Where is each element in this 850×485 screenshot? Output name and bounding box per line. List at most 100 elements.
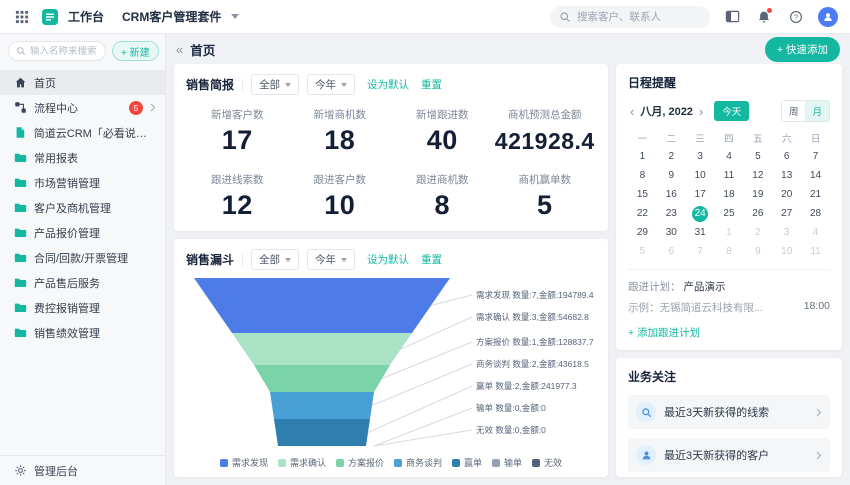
calendar-day[interactable]: 6 <box>657 242 686 261</box>
followup-plan-detail: 示例：无锡简道云科技有限... 18:00 <box>628 300 830 315</box>
apps-grid-icon[interactable] <box>12 7 32 27</box>
legend-item-4[interactable]: 赢单 <box>452 456 482 469</box>
calendar-day[interactable]: 1 <box>628 147 657 166</box>
calendar-day[interactable]: 5 <box>628 242 657 261</box>
calendar-day[interactable]: 4 <box>801 223 830 242</box>
new-button[interactable]: + 新建 <box>112 41 159 61</box>
calendar-day[interactable]: 30 <box>657 223 686 242</box>
calendar-day[interactable]: 12 <box>743 166 772 185</box>
global-search[interactable] <box>550 6 710 28</box>
month-view-toggle[interactable]: 月 <box>805 101 829 121</box>
chevron-down-icon[interactable] <box>231 14 239 19</box>
panel-toggle-icon[interactable] <box>722 7 742 27</box>
calendar-day[interactable]: 26 <box>743 204 772 223</box>
calendar-day[interactable]: 3 <box>686 147 715 166</box>
calendar-day[interactable]: 2 <box>743 223 772 242</box>
calendar-day[interactable]: 7 <box>686 242 715 261</box>
calendar-day[interactable]: 19 <box>743 185 772 204</box>
funnel-scope-select[interactable]: 全部 <box>251 249 299 270</box>
workspace-label[interactable]: 工作台 <box>68 8 104 25</box>
calendar-day[interactable]: 24 <box>686 204 715 223</box>
sidebar-item-3[interactable]: 常用报表 <box>0 145 165 170</box>
sidebar-item-0[interactable]: 首页 <box>0 70 165 95</box>
calendar-day[interactable]: 22 <box>628 204 657 223</box>
calendar-day[interactable]: 2 <box>657 147 686 166</box>
calendar-day[interactable]: 28 <box>801 204 830 223</box>
calendar-day[interactable]: 20 <box>772 185 801 204</box>
sidebar-item-8[interactable]: 产品售后服务 <box>0 270 165 295</box>
brief-time-select[interactable]: 今年 <box>307 74 355 95</box>
brief-reset-link[interactable]: 重置 <box>421 77 442 92</box>
legend-item-2[interactable]: 方案报价 <box>336 456 384 469</box>
sidebar-item-6[interactable]: 产品报价管理 <box>0 220 165 245</box>
calendar-day[interactable]: 18 <box>715 185 744 204</box>
global-search-input[interactable] <box>577 11 692 23</box>
today-button[interactable]: 今天 <box>714 101 749 121</box>
calendar-day[interactable]: 3 <box>772 223 801 242</box>
calendar-day[interactable]: 8 <box>715 242 744 261</box>
sidebar-search-input[interactable] <box>30 46 98 57</box>
funnel-set-default-link[interactable]: 设为默认 <box>367 252 409 267</box>
sidebar-item-9[interactable]: 费控报销管理 <box>0 295 165 320</box>
admin-console-link[interactable]: 管理后台 <box>0 455 165 485</box>
calendar-day[interactable]: 21 <box>801 185 830 204</box>
calendar-day[interactable]: 11 <box>715 166 744 185</box>
legend-item-0[interactable]: 需求发现 <box>220 456 268 469</box>
main-area: « 首页 + 快速添加 销售简报 全部 今年 设为默认 重置 <box>166 34 850 485</box>
sidebar-item-5[interactable]: 客户及商机管理 <box>0 195 165 220</box>
calendar-day[interactable]: 9 <box>657 166 686 185</box>
funnel-time-select[interactable]: 今年 <box>307 249 355 270</box>
sidebar-item-7[interactable]: 合同/回款/开票管理 <box>0 245 165 270</box>
sidebar-item-10[interactable]: 销售绩效管理 <box>0 320 165 345</box>
sidebar-item-2[interactable]: 简道云CRM「必看说明」 <box>0 120 165 145</box>
sales-funnel-title: 销售漏斗 <box>186 251 234 268</box>
calendar-day[interactable]: 8 <box>628 166 657 185</box>
legend-item-5[interactable]: 输单 <box>492 456 522 469</box>
prev-month-icon[interactable]: ‹ <box>628 105 636 118</box>
sidebar-item-4[interactable]: 市场营销管理 <box>0 170 165 195</box>
calendar-day[interactable]: 5 <box>743 147 772 166</box>
calendar-day[interactable]: 4 <box>715 147 744 166</box>
calendar-day[interactable]: 23 <box>657 204 686 223</box>
calendar-day[interactable]: 25 <box>715 204 744 223</box>
funnel-reset-link[interactable]: 重置 <box>421 252 442 267</box>
calendar-day[interactable]: 10 <box>686 166 715 185</box>
notifications-bell-icon[interactable] <box>754 7 774 27</box>
calendar-day[interactable]: 6 <box>772 147 801 166</box>
user-avatar[interactable] <box>818 7 838 27</box>
calendar-day[interactable]: 1 <box>715 223 744 242</box>
calendar-day[interactable]: 11 <box>801 242 830 261</box>
calendar-day[interactable]: 9 <box>743 242 772 261</box>
stat-value: 8 <box>391 190 494 221</box>
legend-item-1[interactable]: 需求确认 <box>278 456 326 469</box>
collapse-sidebar-icon[interactable]: « <box>176 42 183 57</box>
add-followup-link[interactable]: + 添加跟进计划 <box>628 325 830 340</box>
svg-text:需求发现 数量:7,金额:194789.4: 需求发现 数量:7,金额:194789.4 <box>476 290 594 300</box>
calendar-day[interactable]: 10 <box>772 242 801 261</box>
focus-item-0[interactable]: 最近3天新获得的线索 <box>628 395 830 429</box>
help-icon[interactable]: ? <box>786 7 806 27</box>
chevron-right-icon <box>816 408 822 417</box>
brief-scope-select[interactable]: 全部 <box>251 74 299 95</box>
legend-swatch <box>220 459 228 467</box>
quick-add-button[interactable]: + 快速添加 <box>765 37 840 62</box>
calendar-day[interactable]: 7 <box>801 147 830 166</box>
calendar-day[interactable]: 17 <box>686 185 715 204</box>
brief-set-default-link[interactable]: 设为默认 <box>367 77 409 92</box>
legend-item-3[interactable]: 商务谈判 <box>394 456 442 469</box>
calendar-day[interactable]: 15 <box>628 185 657 204</box>
followup-plan-item[interactable]: 跟进计划： 产品演示 <box>628 279 830 294</box>
legend-item-6[interactable]: 无效 <box>532 456 562 469</box>
calendar-day[interactable]: 31 <box>686 223 715 242</box>
calendar-day[interactable]: 14 <box>801 166 830 185</box>
calendar-day[interactable]: 27 <box>772 204 801 223</box>
app-title[interactable]: CRM客户管理套件 <box>122 8 221 25</box>
sidebar-item-1[interactable]: 流程中心5 <box>0 95 165 120</box>
calendar-day[interactable]: 29 <box>628 223 657 242</box>
sidebar-search[interactable] <box>8 41 106 61</box>
week-view-toggle[interactable]: 周 <box>782 101 806 121</box>
calendar-day[interactable]: 13 <box>772 166 801 185</box>
focus-item-1[interactable]: 最近3天新获得的客户 <box>628 438 830 472</box>
next-month-icon[interactable]: › <box>697 105 705 118</box>
calendar-day[interactable]: 16 <box>657 185 686 204</box>
